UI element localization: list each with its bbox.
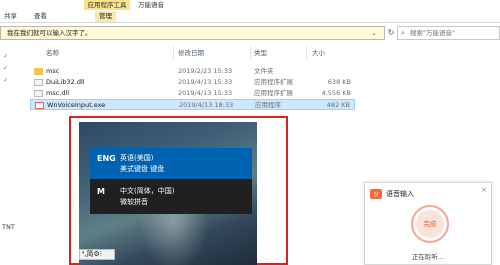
file-date: 2019/4/13 15:33 — [178, 78, 233, 86]
listening-status: 正在聆听... — [411, 253, 445, 261]
file-row[interactable]: DuiLib32.dll 2019/4/13 15:33 应用程序扩展 638 … — [30, 77, 355, 88]
search-box[interactable]: ⌕ — [397, 26, 500, 40]
nav-item-label[interactable]: TNT — [2, 223, 15, 231]
file-date: 2019/4/13 18:33 — [179, 101, 234, 109]
file-row[interactable]: msc 2019/2/23 15:33 文件夹 — [30, 66, 355, 77]
file-name: DuiLib32.dll — [46, 78, 85, 86]
file-date: 2019/4/13 15:33 — [178, 89, 233, 97]
language-code: M — [97, 187, 105, 196]
file-type: 应用程序扩展 — [254, 78, 293, 86]
ime-toolbar[interactable]: ❛,简⚙⁝ — [79, 249, 115, 260]
column-header-date[interactable]: 修改日期 — [178, 48, 204, 58]
file-type: 文件夹 — [254, 67, 274, 75]
tab-manage[interactable]: 管理 — [95, 11, 116, 22]
file-name: msc — [46, 67, 60, 75]
file-size: 482 KB — [326, 101, 350, 109]
close-icon[interactable]: × — [481, 186, 487, 194]
folder-icon — [34, 68, 43, 75]
column-divider[interactable] — [306, 46, 307, 60]
pin-icon[interactable]: ✓ — [3, 76, 8, 84]
desktop-background-image: ENG 英语(美国) 美式键盘 键盘 M 中文(简体，中国) 微软拼音 ❛,简⚙… — [79, 122, 257, 265]
language-name: 中文(简体，中国) — [120, 187, 175, 195]
voice-widget-title: 语音输入 — [386, 190, 414, 198]
highlight-frame: ENG 英语(美国) 美式键盘 键盘 M 中文(简体，中国) 微软拼音 ❛,简⚙… — [69, 116, 288, 265]
file-name: WnVoiceInput.exe — [47, 101, 106, 109]
column-divider[interactable] — [250, 46, 251, 60]
language-name: 英语(美国) — [120, 154, 154, 162]
language-code: ENG — [97, 154, 116, 163]
search-input[interactable] — [410, 28, 496, 38]
dll-file-icon — [34, 79, 43, 86]
finish-button[interactable]: 完成 — [411, 205, 449, 243]
keyboard-name: 美式键盘 键盘 — [120, 165, 165, 173]
search-icon: ⌕ — [401, 29, 405, 37]
column-header-name[interactable]: 名称 — [46, 48, 59, 58]
column-divider[interactable] — [173, 46, 174, 60]
language-option-chinese[interactable]: M 中文(简体，中国) 微软拼音 — [90, 181, 252, 212]
refresh-icon[interactable]: ↻ — [385, 26, 397, 40]
file-type: 应用程序扩展 — [254, 89, 293, 97]
column-header-type[interactable]: 类型 — [254, 48, 267, 58]
chevron-down-icon[interactable]: ⌄ — [370, 27, 378, 39]
dll-file-icon — [34, 90, 43, 97]
pin-icon[interactable]: ✓ — [3, 52, 8, 60]
language-switcher-popup: ENG 英语(美国) 美式键盘 键盘 M 中文(简体，中国) 微软拼音 — [90, 148, 252, 214]
file-type: 应用程序 — [255, 101, 281, 109]
context-tab-header: 应用程序工具 — [84, 0, 130, 10]
exe-file-icon — [35, 102, 44, 109]
ribbon: 应用程序工具 万能语音 共享 查看 管理 — [0, 0, 500, 23]
file-size: 638 KB — [327, 78, 351, 86]
file-row[interactable]: msc.dll 2019/4/13 15:33 应用程序扩展 4,556 KB — [30, 88, 355, 99]
file-row-selected[interactable]: WnVoiceInput.exe 2019/4/13 18:33 应用程序 48… — [30, 99, 355, 110]
file-name: msc.dll — [46, 89, 70, 97]
column-header-size[interactable]: 大小 — [312, 48, 325, 58]
tab-view[interactable]: 查看 — [34, 11, 47, 22]
keyboard-name: 微软拼音 — [120, 198, 148, 206]
voice-logo-icon: ッ — [370, 189, 382, 199]
file-date: 2019/2/23 15:33 — [178, 67, 233, 75]
language-option-english[interactable]: ENG 英语(美国) 美式键盘 键盘 — [90, 148, 252, 179]
address-path: 我在我们就可以输入汉字了。 — [7, 29, 92, 37]
tab-share[interactable]: 共享 — [4, 11, 17, 22]
finish-button-label: 完成 — [416, 210, 444, 238]
voice-input-widget: ッ 语音输入 × 完成 正在聆听... — [364, 182, 492, 265]
navigation-pane: ✓ ✓ ✓ TNT — [0, 40, 28, 265]
address-bar[interactable]: 我在我们就可以输入汉字了。 ⌄ — [0, 26, 385, 40]
window-title: 万能语音 — [138, 1, 164, 9]
pin-icon[interactable]: ✓ — [3, 64, 8, 72]
file-size: 4,556 KB — [321, 89, 351, 97]
